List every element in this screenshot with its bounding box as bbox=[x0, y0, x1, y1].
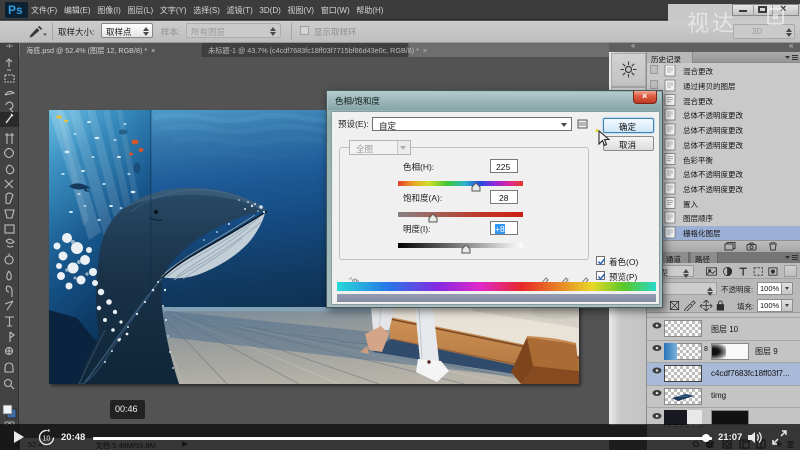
svg-text:10: 10 bbox=[43, 436, 51, 443]
